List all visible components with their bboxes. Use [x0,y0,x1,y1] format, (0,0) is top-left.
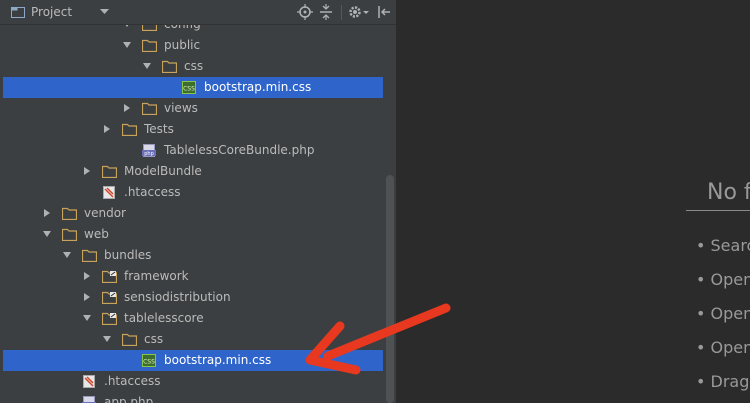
tree-item-label: bootstrap.min.css [164,353,272,367]
tree-row[interactable]: .htaccess [0,182,384,203]
tree-item-label: bootstrap.min.css [204,80,312,94]
tree-item-label: views [164,101,198,115]
expand-right-icon[interactable] [123,104,131,112]
tree-row[interactable]: Tests [0,119,384,140]
expand-down-icon[interactable] [103,335,111,343]
expand-right-icon[interactable] [43,209,51,217]
tree-row[interactable]: public [0,35,384,56]
tree-row[interactable]: vendor [0,203,384,224]
expand-right-icon[interactable] [83,293,91,301]
css-file-icon: CSS [142,354,156,367]
empty-editor-title: No f [707,180,750,205]
expand-right-icon[interactable] [83,272,91,280]
tree-row[interactable]: php TablelessCoreBundle.php [0,140,384,161]
folder-icon [122,123,137,136]
tree-row[interactable]: web [0,224,384,245]
tree-item-label: web [84,227,109,241]
css-file-icon: CSS [182,81,196,94]
annotation-arrow [305,303,451,375]
expand-down-icon[interactable] [143,62,151,70]
hint-open-1: • Open [696,270,750,289]
hint-open-3: • Open [696,338,750,357]
tree-item-label: TablelessCoreBundle.php [164,143,315,157]
htaccess-file-icon [83,375,95,388]
locate-icon[interactable] [297,4,313,20]
tree-row[interactable]: framework [0,266,384,287]
tree-item-label: bundles [104,248,152,262]
tree-item-label: .htaccess [124,185,181,199]
tree-item-label: app.php [104,395,154,403]
folder-icon [102,270,117,283]
tree-item-label: css [184,59,204,73]
folder-icon [102,291,117,304]
tree-row[interactable]: css [0,56,384,77]
folder-icon [162,60,177,73]
expand-down-icon[interactable] [43,230,51,238]
expand-right-icon[interactable] [83,167,91,175]
toolbar-separator [341,5,342,20]
php-file-icon: php [142,144,156,157]
tree-item-label: config [164,25,201,31]
tree-item-label: Tests [144,122,174,136]
tree-item-label: public [164,38,201,52]
folder-icon [62,207,77,220]
folder-icon [82,249,97,262]
php-file-icon: php [82,396,96,403]
hint-drag: • Drag [696,372,750,391]
folder-icon [122,333,137,346]
svg-text:php: php [144,151,154,157]
tree-item-label: framework [124,269,189,283]
expand-down-icon[interactable] [123,25,131,28]
svg-text:CSS: CSS [143,359,155,366]
folder-icon [142,25,157,31]
tree-item-label: vendor [84,206,126,220]
folder-icon [102,312,117,325]
folder-icon [142,39,157,52]
tree-row[interactable]: php app.php [0,392,384,403]
expand-down-icon[interactable] [63,251,71,259]
expand-down-icon[interactable] [123,41,131,49]
gear-dropdown-icon[interactable] [362,4,370,20]
tree-row[interactable]: bundles [0,245,384,266]
hide-icon[interactable] [376,4,392,20]
hint-open-2: • Open [696,304,750,323]
tree-item-label: .htaccess [104,374,161,388]
project-folder-icon [11,7,25,18]
tree-row[interactable]: views [0,98,384,119]
tree-item-label: ModelBundle [124,164,202,178]
folder-icon [142,102,157,115]
folder-icon [62,228,77,241]
chevron-down-icon[interactable] [100,9,109,15]
project-toolbar: Project [0,0,396,25]
tree-row[interactable]: config [0,25,384,35]
expand-down-icon[interactable] [83,314,91,322]
tree-item-label: tablelesscore [124,311,204,325]
tree-item-label: sensiodistribution [124,290,231,304]
collapse-icon[interactable] [318,4,334,20]
folder-icon [102,165,117,178]
expand-right-icon[interactable] [103,125,111,133]
tree-row[interactable]: CSS bootstrap.min.css [3,77,383,98]
empty-editor-divider [686,210,750,211]
gear-icon[interactable] [347,4,363,20]
tree-row[interactable]: ModelBundle [0,161,384,182]
hint-search: • Searc [696,236,750,255]
project-view-selector[interactable]: Project [31,5,72,19]
tree-item-label: css [144,332,164,346]
htaccess-file-icon [103,186,115,199]
svg-text:CSS: CSS [183,86,195,93]
